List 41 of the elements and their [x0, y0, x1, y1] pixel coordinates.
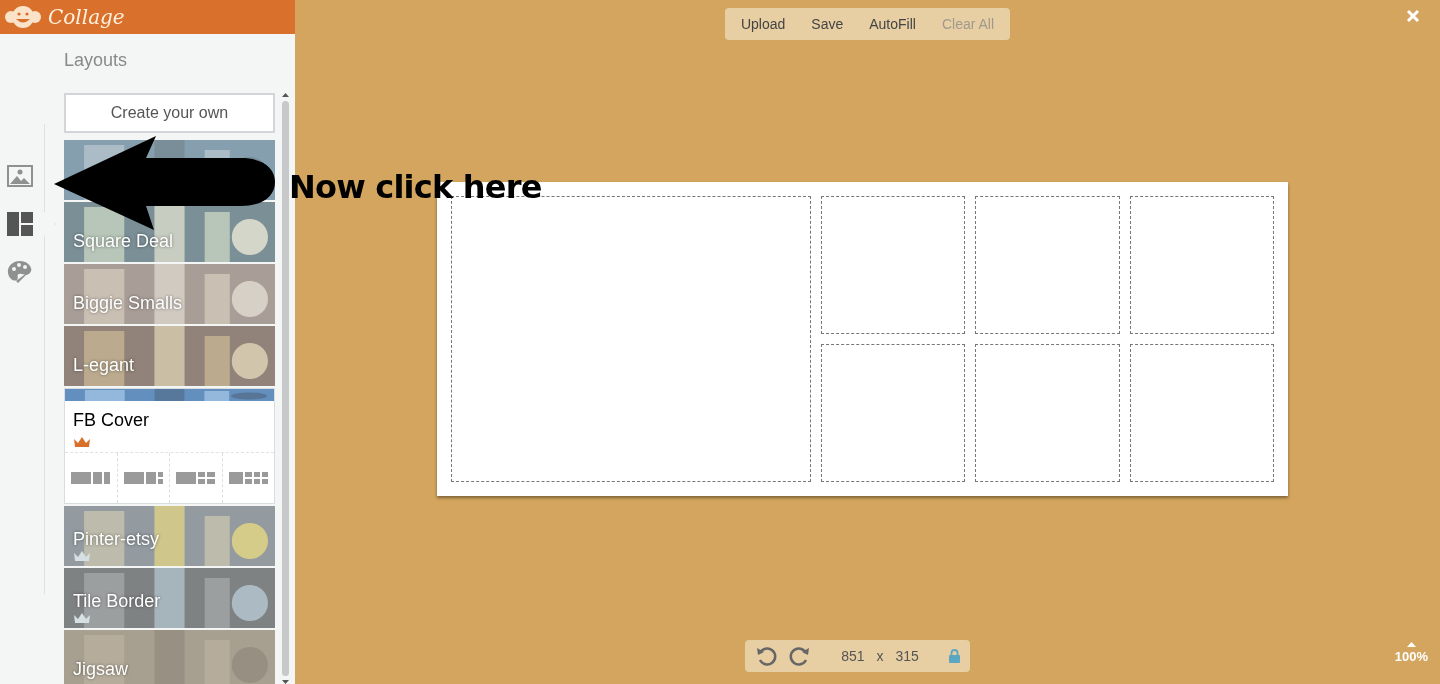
crown-icon — [73, 550, 91, 562]
redo-icon[interactable] — [789, 645, 812, 667]
layout-title: Jigsaw — [73, 658, 130, 680]
scroll-up-icon[interactable] — [281, 93, 289, 97]
layout-tile[interactable]: Biggie Smalls — [64, 264, 275, 324]
palette-icon — [6, 259, 34, 285]
layout-icon — [7, 212, 33, 236]
layout-tile[interactable]: Jigsaw — [64, 630, 275, 684]
layout-grid-icon — [176, 472, 216, 484]
width-value: 851 — [841, 646, 865, 666]
layout-title: L-egant — [73, 354, 136, 376]
close-icon — [1406, 9, 1420, 23]
layout-tile[interactable]: L-egant — [64, 326, 275, 386]
scroll-down-icon[interactable] — [281, 680, 289, 684]
layout-tile[interactable]: Pinter-etsy — [64, 506, 275, 566]
toolbar-button[interactable]: Save — [803, 13, 852, 35]
crown-icon — [73, 612, 91, 624]
layout-grid-icon — [123, 472, 163, 484]
toolbar-button[interactable]: AutoFill — [861, 13, 924, 35]
layout-title: Biggie Smalls — [73, 292, 184, 314]
layout-card[interactable]: FB Cover — [64, 388, 275, 504]
height-value: 315 — [895, 646, 919, 666]
layout-tile[interactable]: Tile Border — [64, 568, 275, 628]
times-sign: x — [876, 646, 884, 666]
layout-grid-icon — [228, 472, 268, 484]
lock-icon[interactable] — [948, 649, 960, 663]
image-icon — [7, 165, 33, 187]
scrollbar[interactable] — [280, 93, 290, 684]
layout-grid-icon — [71, 472, 111, 484]
create-layout-button[interactable]: Create your own — [64, 93, 275, 133]
app-title: Collage — [48, 4, 125, 31]
close-button[interactable] — [1406, 9, 1420, 23]
zoom-up-icon[interactable] — [1406, 641, 1416, 647]
undo-icon[interactable] — [755, 645, 778, 667]
monkey-logo-icon — [4, 4, 42, 30]
layout-title: FB Cover — [73, 409, 151, 432]
panel-title: Layouts — [64, 49, 129, 72]
layout-title: Tile Border — [73, 590, 162, 612]
toolbar-button[interactable]: Upload — [732, 13, 794, 35]
layout-title: Pinter-etsy — [73, 528, 161, 550]
zoom-level: 100% — [1394, 647, 1428, 666]
